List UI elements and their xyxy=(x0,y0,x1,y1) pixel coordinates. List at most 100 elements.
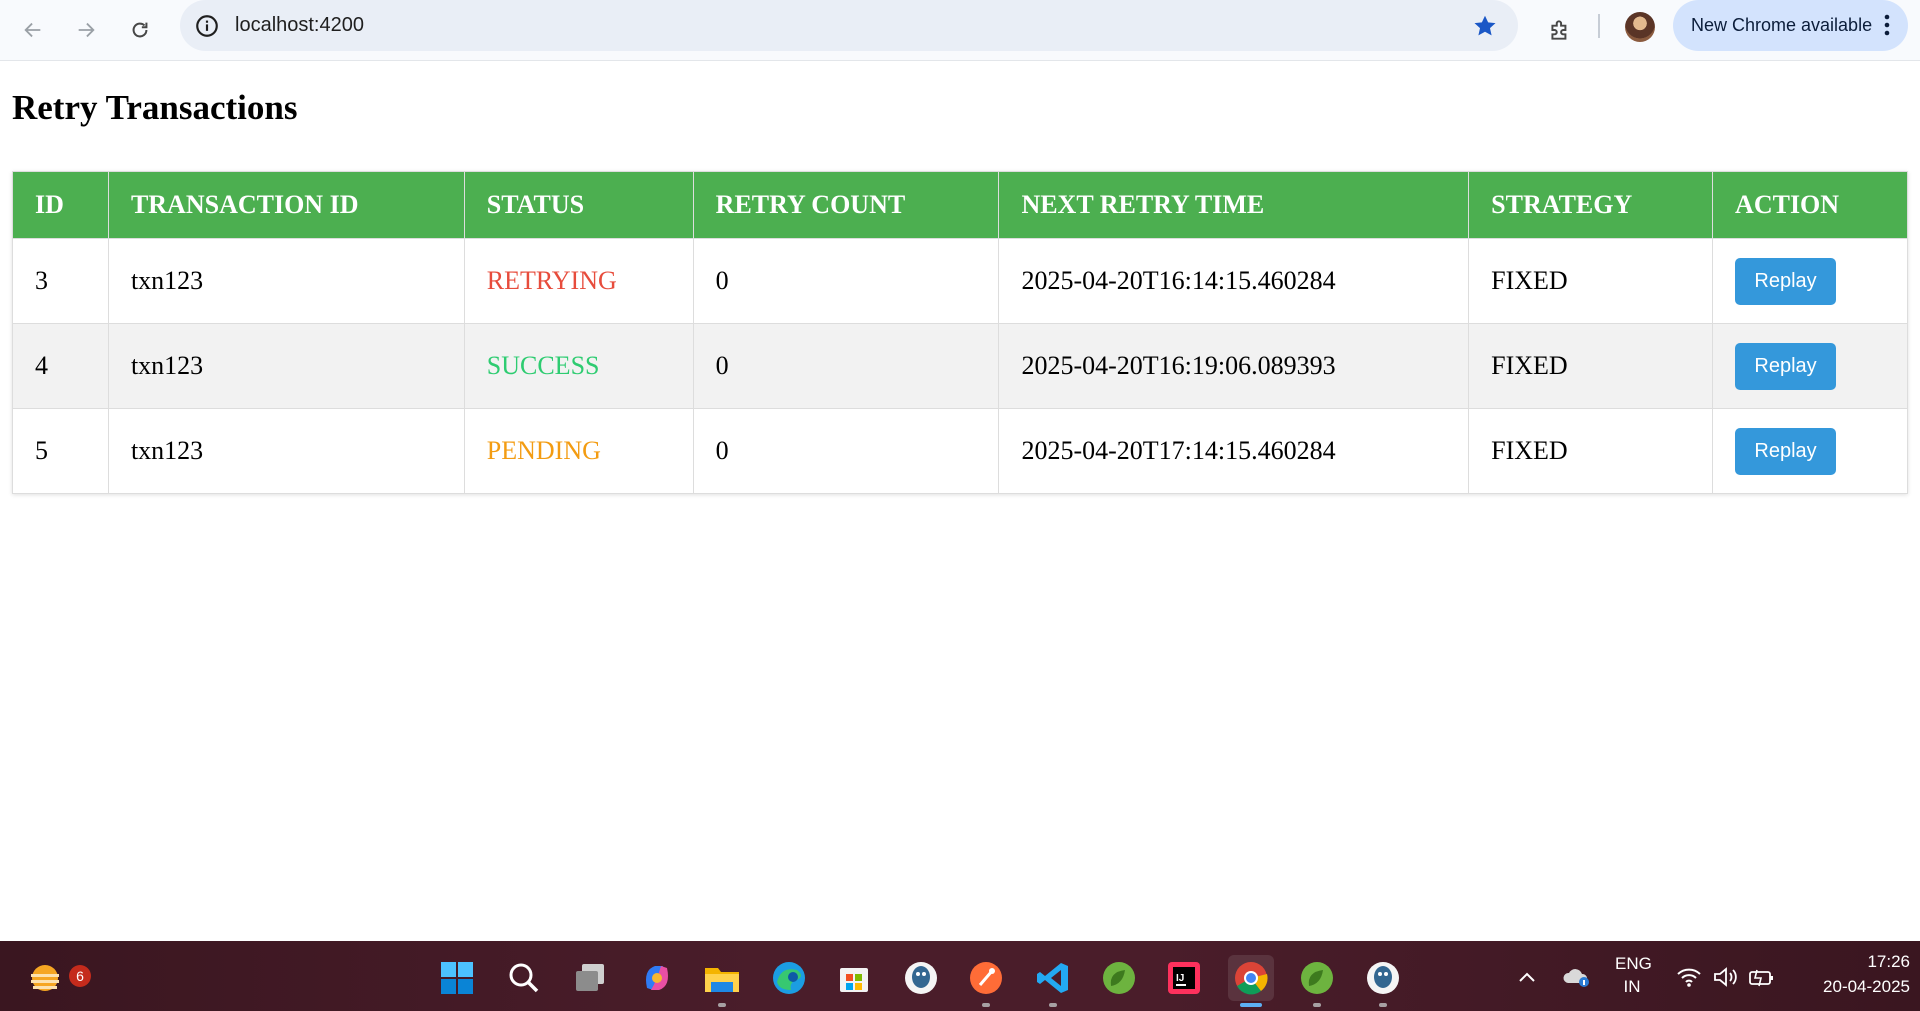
reload-button[interactable] xyxy=(120,10,160,50)
retry-transactions-table: ID TRANSACTION ID STATUS RETRY COUNT NEX… xyxy=(12,171,1908,494)
taskbar-spring[interactable] xyxy=(1096,955,1142,1001)
running-indicator xyxy=(1379,1003,1387,1007)
back-arrow-icon xyxy=(24,22,41,38)
cell-next-retry-time: 2025-04-20T16:14:15.460284 xyxy=(998,238,1470,324)
search-icon xyxy=(509,963,539,993)
column-header-transaction-id: TRANSACTION ID xyxy=(107,171,465,239)
taskbar-edge[interactable] xyxy=(766,955,812,1001)
chevron-up-icon[interactable] xyxy=(1518,971,1536,983)
cell-transaction-id: txn123 xyxy=(107,323,465,409)
table-row: 4 txn123 SUCCESS 0 2025-04-20T16:19:06.0… xyxy=(12,323,1908,409)
postman-icon xyxy=(970,962,1002,994)
column-header-next-retry-time: NEXT RETRY TIME xyxy=(998,171,1470,239)
store-icon xyxy=(840,968,868,992)
taskbar-chrome[interactable] xyxy=(1228,955,1274,1007)
taskbar-store[interactable] xyxy=(831,955,877,1001)
onedrive-icon[interactable] xyxy=(1562,965,1592,989)
taskbar-copilot[interactable] xyxy=(634,955,680,1001)
extensions-button[interactable] xyxy=(1540,10,1580,50)
volume-icon[interactable] xyxy=(1712,966,1738,988)
postgres-icon xyxy=(1367,962,1399,994)
chrome-icon xyxy=(1235,962,1268,995)
cell-id: 3 xyxy=(12,238,109,324)
cell-transaction-id: txn123 xyxy=(107,238,465,324)
edge-icon xyxy=(773,962,805,994)
weather-sun-icon xyxy=(31,965,59,991)
forward-arrow-icon xyxy=(78,22,95,38)
cell-id: 5 xyxy=(12,408,109,494)
column-header-id: ID xyxy=(12,171,109,239)
cell-strategy: FIXED xyxy=(1468,323,1714,409)
taskbar-file-explorer[interactable] xyxy=(699,955,745,1007)
spring-icon xyxy=(1103,962,1135,994)
replay-button[interactable]: Replay xyxy=(1735,427,1837,475)
table-row: 3 txn123 RETRYING 0 2025-04-20T16:14:15.… xyxy=(12,238,1908,324)
task-view-icon xyxy=(576,964,604,991)
cell-next-retry-time: 2025-04-20T17:14:15.460284 xyxy=(998,408,1470,494)
windows-taskbar: 6 IJ ENG IN 17:26 20-04-2025 xyxy=(0,941,1920,1011)
taskbar-postgres-2[interactable] xyxy=(1360,955,1406,1007)
spring-icon xyxy=(1301,962,1333,994)
cell-strategy: FIXED xyxy=(1468,238,1714,324)
intellij-icon: IJ xyxy=(1168,962,1200,994)
taskbar-intellij[interactable]: IJ xyxy=(1161,955,1207,1001)
running-indicator xyxy=(1049,1003,1057,1007)
file-explorer-icon xyxy=(705,968,739,992)
vscode-icon xyxy=(1037,963,1068,993)
toolbar-divider xyxy=(1598,14,1600,38)
taskbar-start[interactable] xyxy=(434,955,480,1001)
cell-strategy: FIXED xyxy=(1468,408,1714,494)
cell-action: Replay xyxy=(1712,408,1908,494)
puzzle-piece-icon xyxy=(1551,20,1567,40)
cell-id: 4 xyxy=(12,323,109,409)
language-region[interactable]: IN xyxy=(1615,977,1649,997)
cell-status: SUCCESS xyxy=(463,323,694,409)
column-header-action: ACTION xyxy=(1712,171,1908,239)
svg-text:IJ: IJ xyxy=(1176,973,1184,984)
cell-status: PENDING xyxy=(463,408,694,494)
taskbar-vscode[interactable] xyxy=(1030,955,1076,1007)
back-button[interactable] xyxy=(13,10,53,50)
forward-button[interactable] xyxy=(66,10,106,50)
running-indicator xyxy=(982,1003,990,1007)
browser-toolbar: localhost:4200 New Chrome available xyxy=(0,0,1920,61)
reload-icon xyxy=(132,22,148,38)
url-text[interactable]: localhost:4200 xyxy=(235,0,364,51)
update-label: New Chrome available xyxy=(1691,15,1873,35)
running-indicator xyxy=(718,1003,726,1007)
taskbar-postman[interactable] xyxy=(963,955,1009,1007)
cell-action: Replay xyxy=(1712,238,1908,324)
cell-retry-count: 0 xyxy=(692,408,1000,494)
cell-retry-count: 0 xyxy=(692,323,1000,409)
weather-widget[interactable]: 6 xyxy=(22,955,91,1001)
taskbar-task-view[interactable] xyxy=(567,955,613,1001)
weather-badge: 6 xyxy=(69,965,91,987)
taskbar-postgres[interactable] xyxy=(898,955,944,1001)
column-header-strategy: STRATEGY xyxy=(1468,171,1714,239)
cell-retry-count: 0 xyxy=(692,238,1000,324)
replay-button[interactable]: Replay xyxy=(1735,342,1837,390)
taskbar-spring-2[interactable] xyxy=(1294,955,1340,1007)
profile-avatar[interactable] xyxy=(1625,12,1655,42)
cell-next-retry-time: 2025-04-20T16:19:06.089393 xyxy=(998,323,1470,409)
language-code[interactable]: ENG xyxy=(1615,954,1652,974)
clock-date[interactable]: 20-04-2025 xyxy=(1790,977,1910,997)
replay-button[interactable]: Replay xyxy=(1735,257,1837,305)
column-header-retry-count: RETRY COUNT xyxy=(692,171,1000,239)
site-info-icon[interactable] xyxy=(194,13,220,39)
more-menu-icon[interactable] xyxy=(1884,14,1890,36)
postgres-icon xyxy=(905,962,937,994)
page-title: Retry Transactions xyxy=(12,88,298,127)
column-header-status: STATUS xyxy=(463,171,694,239)
address-bar[interactable]: localhost:4200 xyxy=(180,0,1518,51)
battery-icon[interactable] xyxy=(1748,966,1774,988)
windows-start-icon xyxy=(441,962,473,994)
cell-transaction-id: txn123 xyxy=(107,408,465,494)
wifi-icon[interactable] xyxy=(1676,966,1702,988)
cell-action: Replay xyxy=(1712,323,1908,409)
bookmark-star-icon[interactable] xyxy=(1472,13,1498,39)
taskbar-search[interactable] xyxy=(501,955,547,1001)
chrome-update-button[interactable]: New Chrome available xyxy=(1673,0,1908,51)
cell-status: RETRYING xyxy=(463,238,694,324)
clock-time[interactable]: 17:26 xyxy=(1818,952,1910,972)
